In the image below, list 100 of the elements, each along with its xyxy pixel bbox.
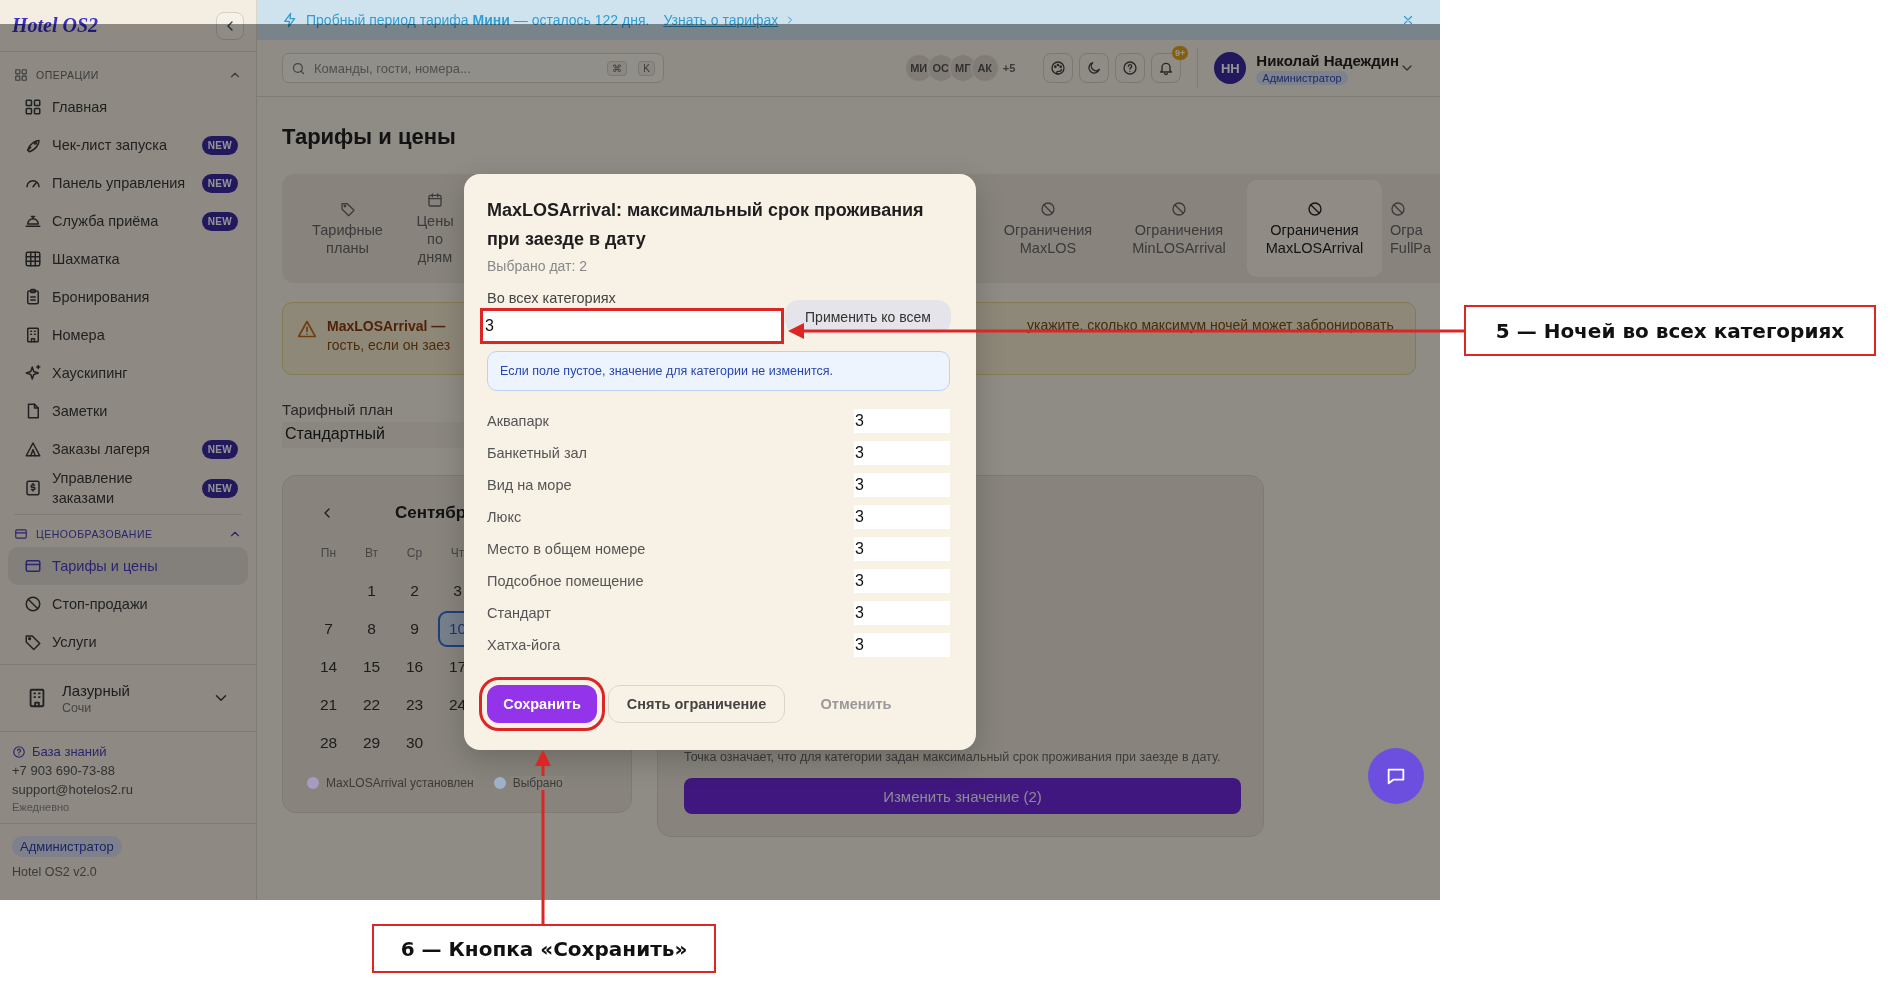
warning-title: MaxLOSArrival — (327, 317, 447, 336)
warning-text: гость, если он заез (327, 336, 452, 355)
new-badge: NEW (201, 478, 238, 498)
month-title: Сентябр (395, 503, 467, 523)
change-value-button[interactable]: Изменить значение (2) (684, 778, 1241, 814)
role-badge: Администратор (12, 836, 122, 857)
sidebar-item[interactable]: Шахматка (8, 240, 248, 278)
sidebar-item[interactable]: Заказы лагеря NEW (8, 430, 248, 468)
sparkle-icon (24, 364, 42, 382)
tent-icon (24, 440, 42, 458)
shortcut-key: ⌘ (607, 60, 628, 76)
ban-icon (1390, 200, 1406, 217)
info-note: Если поле пустое, значение для категории не изменится. (487, 351, 950, 391)
calendar-day[interactable]: 30 (394, 725, 435, 761)
card-icon (14, 527, 28, 541)
category-label: Место в общем номере (487, 541, 646, 557)
input-field[interactable]: 3 (854, 473, 950, 497)
card-icon (24, 557, 42, 575)
dollar-document-icon (24, 479, 42, 497)
tab[interactable]: Ограничения MinLOSArrival (1111, 180, 1247, 277)
weekday-label: Чт (450, 546, 465, 560)
palette-button[interactable] (1043, 53, 1074, 83)
category-label: Хатха-йога (487, 637, 561, 653)
tab[interactable]: Ограничения MaxLOS (985, 180, 1111, 277)
page-title: Тарифы и цены (282, 124, 456, 150)
category-label: Подсобное помещение (487, 573, 644, 589)
search-field[interactable]: Команды, гости, номера... ⌘ K (282, 53, 664, 83)
calendar-day[interactable]: 28 (308, 725, 349, 761)
calendar-day[interactable]: 16 (394, 649, 435, 685)
cancel-button[interactable]: Отменить (796, 685, 916, 723)
input-field[interactable]: 3 (854, 409, 950, 433)
input-field[interactable]: 3 (854, 633, 950, 657)
remove-restriction-button[interactable]: Снять ограничение (608, 685, 785, 723)
calendar-day[interactable]: 2 (394, 573, 435, 609)
input-field[interactable]: 3 (854, 441, 950, 465)
input-field[interactable]: 3 (483, 311, 781, 341)
dialog-subtitle: Выбрано дат: 2 (487, 258, 589, 274)
moon-button[interactable] (1079, 53, 1110, 83)
input-field[interactable]: 3 (854, 569, 950, 593)
building-icon (24, 326, 42, 344)
help-button[interactable] (1115, 53, 1146, 83)
tab[interactable]: Цены по дням (405, 180, 465, 277)
calendar-day[interactable]: 15 (351, 649, 392, 685)
calendar-day[interactable]: 1 (351, 573, 392, 609)
weekday-label: Вт (364, 546, 379, 560)
sidebar-item[interactable]: Главная (8, 88, 248, 126)
warning-text: укажите, сколько максимум ночей может забронировать (1027, 317, 1394, 333)
input-field[interactable]: 3 (854, 601, 950, 625)
help-icon (12, 744, 26, 759)
callout-label: 6 — Кнопка «Сохранить» (372, 924, 716, 973)
sidebar-item[interactable]: Чек-лист запуска NEW (8, 126, 248, 164)
close-icon (1401, 13, 1415, 27)
sidebar-item[interactable]: Услуги (8, 623, 248, 661)
calendar-day[interactable]: 14 (308, 649, 349, 685)
moon-icon (1086, 60, 1103, 76)
more-users-count: +5 (1002, 62, 1016, 74)
new-badge: NEW (201, 173, 238, 193)
ban-icon (1171, 200, 1187, 217)
plans-link[interactable]: Узнать о тарифах (663, 12, 797, 28)
phone-number: +7 903 690-73-88 (12, 763, 116, 778)
warning-icon (297, 319, 317, 339)
sidebar-item[interactable]: Служба приёма NEW (8, 202, 248, 240)
knowledge-base-link[interactable]: База знаний (12, 744, 107, 759)
input-field[interactable]: 3 (854, 505, 950, 529)
sidebar-item[interactable]: Номера (8, 316, 248, 354)
sidebar-item[interactable]: Тарифы и цены (8, 547, 248, 585)
field-label: Во всех категориях (487, 290, 617, 306)
calendar-day[interactable]: 8 (351, 611, 392, 647)
calendar-day[interactable]: 21 (308, 687, 349, 723)
role-badge: Администратор (1256, 70, 1348, 85)
shortcut-key: K (638, 60, 655, 76)
calendar-day[interactable]: 23 (394, 687, 435, 723)
collapse-button[interactable] (216, 11, 244, 40)
sidebar-item[interactable]: Стоп-продажи (8, 585, 248, 623)
dialog-title: MaxLOSArrival: максимальный срок проживания при заезде в дату (487, 199, 925, 251)
calendar-day[interactable]: 7 (308, 611, 349, 647)
tab[interactable]: Огра FullPa (1382, 180, 1440, 277)
close-button[interactable] (1401, 13, 1415, 27)
sidebar-item[interactable]: Управление заказами NEW (8, 468, 248, 508)
sidebar-item[interactable]: Заметки (8, 392, 248, 430)
bell-icon (1158, 60, 1175, 76)
sidebar-item[interactable]: Хаускипинг (8, 354, 248, 392)
support-email: support@hotelos2.ru (12, 782, 134, 797)
sidebar-item[interactable]: Панель управления NEW (8, 164, 248, 202)
user-name: Николай Надеждин (1256, 51, 1399, 69)
calendar-day[interactable]: 22 (351, 687, 392, 723)
tab[interactable]: Тарифные планы (290, 180, 405, 277)
clipboard-icon (24, 288, 42, 306)
field-label: Тарифный план (282, 401, 393, 418)
sidebar-item[interactable]: Бронирования (8, 278, 248, 316)
input-field[interactable]: 3 (854, 537, 950, 561)
hint-text: Точка означает, что для категории задан максимальный срок проживания при заезде в дату. (684, 750, 1222, 764)
category-label: Стандарт (487, 605, 551, 621)
weekday-label: Пн (320, 546, 337, 560)
property-selector[interactable]: Лазурный Сочи (0, 664, 256, 732)
weekday-label: Ср (406, 546, 423, 560)
tab[interactable]: Ограничения MaxLOSArrival (1247, 180, 1382, 277)
calendar-day[interactable]: 29 (351, 725, 392, 761)
calendar-day[interactable]: 9 (394, 611, 435, 647)
help-icon (1122, 60, 1139, 76)
